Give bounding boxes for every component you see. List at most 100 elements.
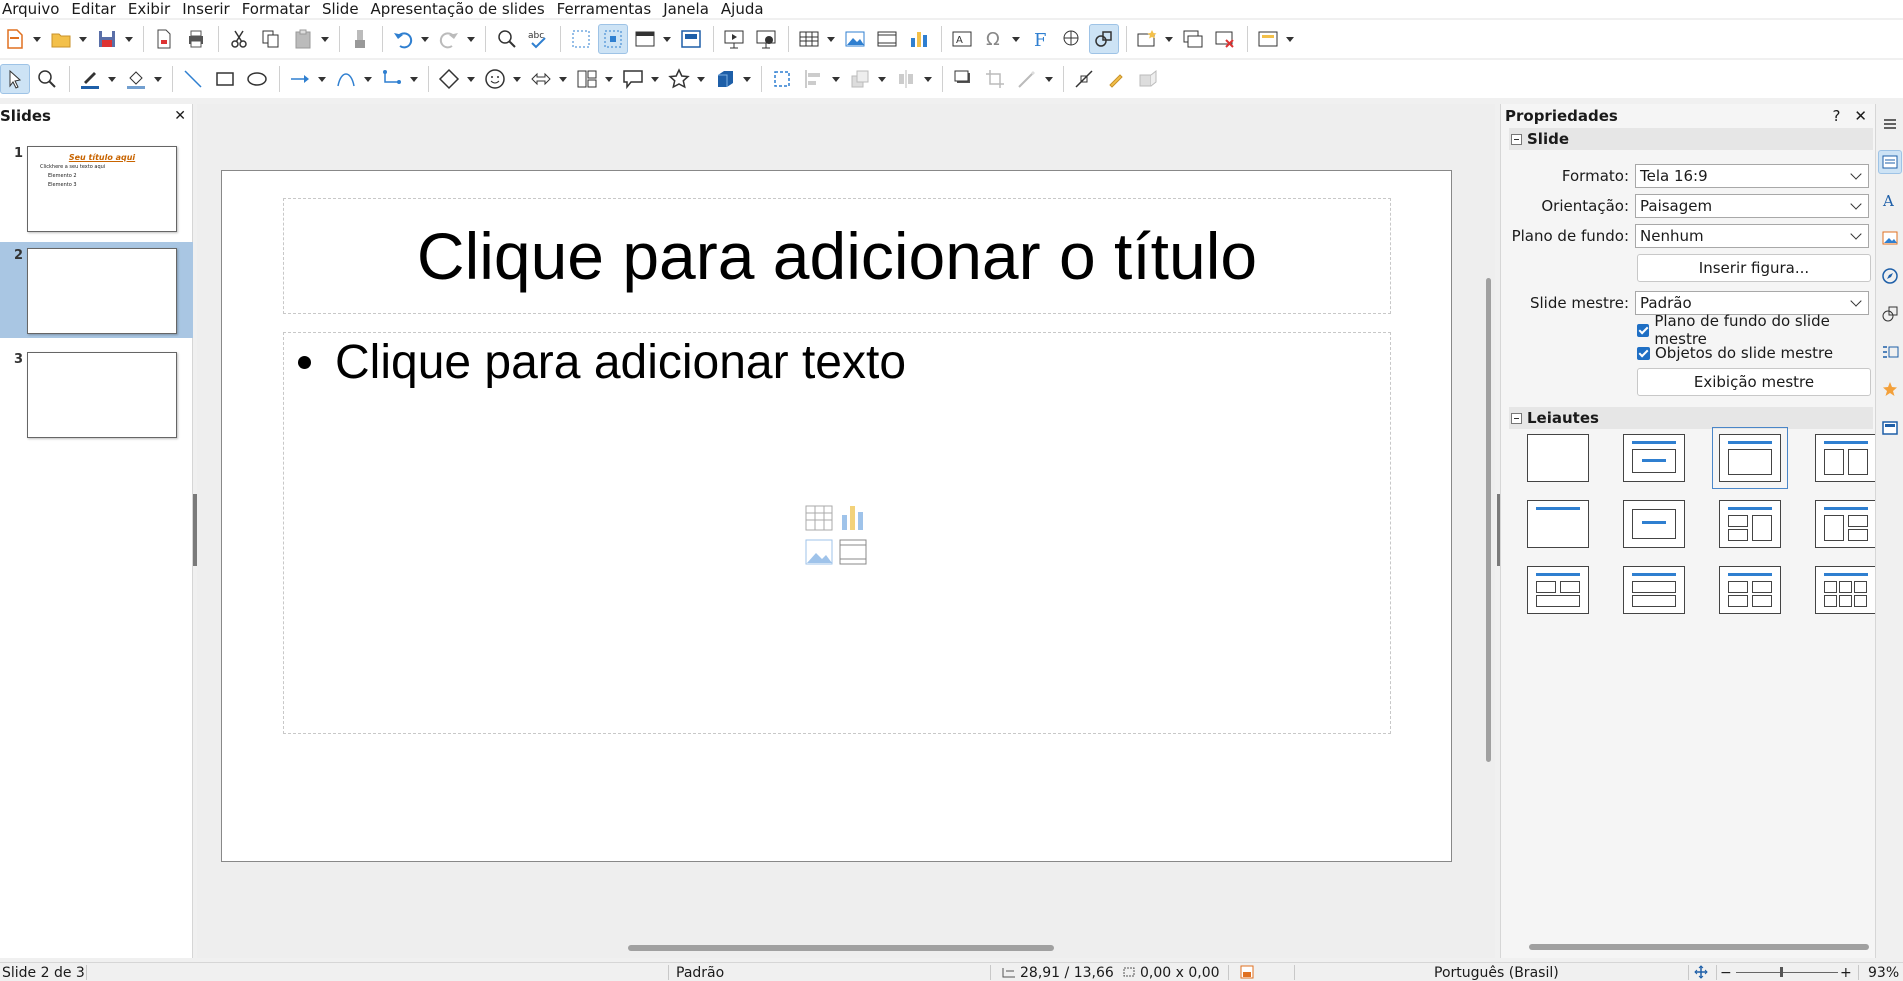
- glue-button[interactable]: [1101, 64, 1131, 94]
- print-button[interactable]: [181, 24, 211, 54]
- help-icon[interactable]: ?: [1832, 107, 1840, 125]
- menu-ferramentas[interactable]: Ferramentas: [555, 0, 662, 18]
- callout-dropdown[interactable]: [650, 64, 660, 94]
- title-placeholder[interactable]: Clique para adicionar o título: [283, 198, 1391, 314]
- rectangle-button[interactable]: [210, 64, 240, 94]
- helplines-button[interactable]: [598, 24, 628, 54]
- transition-deck-icon[interactable]: [1878, 378, 1902, 402]
- image-button[interactable]: [840, 24, 870, 54]
- special-char-dropdown[interactable]: [1011, 24, 1021, 54]
- basic-shapes-button[interactable]: [434, 64, 464, 94]
- slide-thumbnail-3[interactable]: 3: [0, 346, 193, 442]
- distribute-button[interactable]: [891, 64, 921, 94]
- curve-dropdown[interactable]: [363, 64, 373, 94]
- layout-title-6content[interactable]: [1815, 566, 1877, 614]
- filter-button[interactable]: [1012, 64, 1042, 94]
- fontwork-button[interactable]: F: [1025, 24, 1055, 54]
- orientacao-select[interactable]: Paisagem: [1635, 194, 1869, 218]
- horizontal-scrollbar[interactable]: [628, 945, 1054, 951]
- table-button[interactable]: [794, 24, 824, 54]
- menu-apresentacao[interactable]: Apresentação de slides: [369, 0, 555, 18]
- slide-thumbnail-2[interactable]: 2: [0, 242, 193, 338]
- layout-title-2content-content[interactable]: [1719, 500, 1781, 548]
- document-modified-icon[interactable]: [1240, 965, 1254, 979]
- line-button[interactable]: [178, 64, 208, 94]
- slide-layout-button[interactable]: [1253, 24, 1283, 54]
- crop-button[interactable]: [980, 64, 1010, 94]
- clone-format-button[interactable]: [345, 24, 375, 54]
- animation-deck-icon[interactable]: [1878, 340, 1902, 364]
- toggle-extrusion-button[interactable]: [1133, 64, 1163, 94]
- distribute-dropdown[interactable]: [923, 64, 933, 94]
- zoom-slider-thumb[interactable]: [1780, 967, 1783, 977]
- layout-blank[interactable]: [1527, 434, 1589, 482]
- grid-button[interactable]: [566, 24, 596, 54]
- gallery-deck-icon[interactable]: [1878, 226, 1902, 250]
- 3d-objects-dropdown[interactable]: [742, 64, 752, 94]
- body-placeholder[interactable]: Clique para adicionar texto: [283, 332, 1391, 734]
- close-icon[interactable]: ✕: [174, 108, 186, 124]
- navigator-deck-icon[interactable]: [1878, 264, 1902, 288]
- views-dropdown[interactable]: [662, 24, 672, 54]
- symbol-shapes-button[interactable]: [480, 64, 510, 94]
- redo-button[interactable]: [434, 24, 464, 54]
- show-draw-functions-button[interactable]: [1089, 24, 1119, 54]
- undo-dropdown[interactable]: [420, 24, 430, 54]
- sidebar-menu-icon[interactable]: [1878, 112, 1902, 136]
- collapse-icon[interactable]: [1511, 412, 1522, 424]
- undo-button[interactable]: [388, 24, 418, 54]
- layout-title-only[interactable]: [1527, 500, 1589, 548]
- layout-title-2-content[interactable]: [1815, 434, 1877, 482]
- start-first-button[interactable]: [719, 24, 749, 54]
- align-dropdown[interactable]: [831, 64, 841, 94]
- section-layouts-header[interactable]: Leiautes: [1509, 407, 1873, 429]
- menu-inserir[interactable]: Inserir: [180, 0, 239, 18]
- fill-color-button[interactable]: [121, 64, 151, 94]
- media-button[interactable]: [872, 24, 902, 54]
- layout-title-4content[interactable]: [1719, 566, 1781, 614]
- menu-slide[interactable]: Slide: [320, 0, 369, 18]
- 3d-objects-button[interactable]: [710, 64, 740, 94]
- zoom-level-status[interactable]: 93%: [1868, 965, 1899, 981]
- layout-centered-text[interactable]: [1623, 500, 1685, 548]
- menu-exibir[interactable]: Exibir: [126, 0, 180, 18]
- stars-button[interactable]: [664, 64, 694, 94]
- menu-arquivo[interactable]: Arquivo: [0, 0, 69, 18]
- sidebar-horizontal-scrollbar[interactable]: [1529, 944, 1869, 950]
- menu-janela[interactable]: Janela: [661, 0, 719, 18]
- export-pdf-button[interactable]: [149, 24, 179, 54]
- select-button[interactable]: [0, 64, 30, 94]
- new-slide-button[interactable]: [1132, 24, 1162, 54]
- find-replace-button[interactable]: [491, 24, 521, 54]
- layout-title-content[interactable]: [1712, 427, 1788, 489]
- formato-select[interactable]: Tela 16:9: [1635, 164, 1869, 188]
- line-color-button[interactable]: [75, 64, 105, 94]
- properties-deck-icon[interactable]: [1878, 150, 1902, 174]
- menu-ajuda[interactable]: Ajuda: [719, 0, 774, 18]
- special-char-button[interactable]: Ω: [979, 24, 1009, 54]
- master-slides-deck-icon[interactable]: [1878, 416, 1902, 440]
- display-views-button[interactable]: [630, 24, 660, 54]
- arrow-line-dropdown[interactable]: [317, 64, 327, 94]
- open-button[interactable]: [46, 24, 76, 54]
- new-dropdown[interactable]: [32, 24, 42, 54]
- connector-button[interactable]: [377, 64, 407, 94]
- menu-formatar[interactable]: Formatar: [240, 0, 320, 18]
- fit-slide-icon[interactable]: [1694, 965, 1708, 979]
- stars-dropdown[interactable]: [696, 64, 706, 94]
- master-slide-button[interactable]: [676, 24, 706, 54]
- curve-button[interactable]: [331, 64, 361, 94]
- layout-title-content-2content[interactable]: [1815, 500, 1877, 548]
- layout-title-2content-over-content[interactable]: [1527, 566, 1589, 614]
- duplicate-slide-button[interactable]: [1178, 24, 1208, 54]
- layout-title-content-over-content[interactable]: [1623, 566, 1685, 614]
- vertical-scrollbar[interactable]: [1486, 278, 1491, 762]
- zoom-slider[interactable]: [1736, 972, 1838, 973]
- paste-button[interactable]: [288, 24, 318, 54]
- slide-layout-dropdown[interactable]: [1285, 24, 1295, 54]
- rotate-button[interactable]: [767, 64, 797, 94]
- fundo-select[interactable]: Nenhum: [1635, 224, 1869, 248]
- shadow-button[interactable]: [948, 64, 978, 94]
- save-button[interactable]: [92, 24, 122, 54]
- ellipse-button[interactable]: [242, 64, 272, 94]
